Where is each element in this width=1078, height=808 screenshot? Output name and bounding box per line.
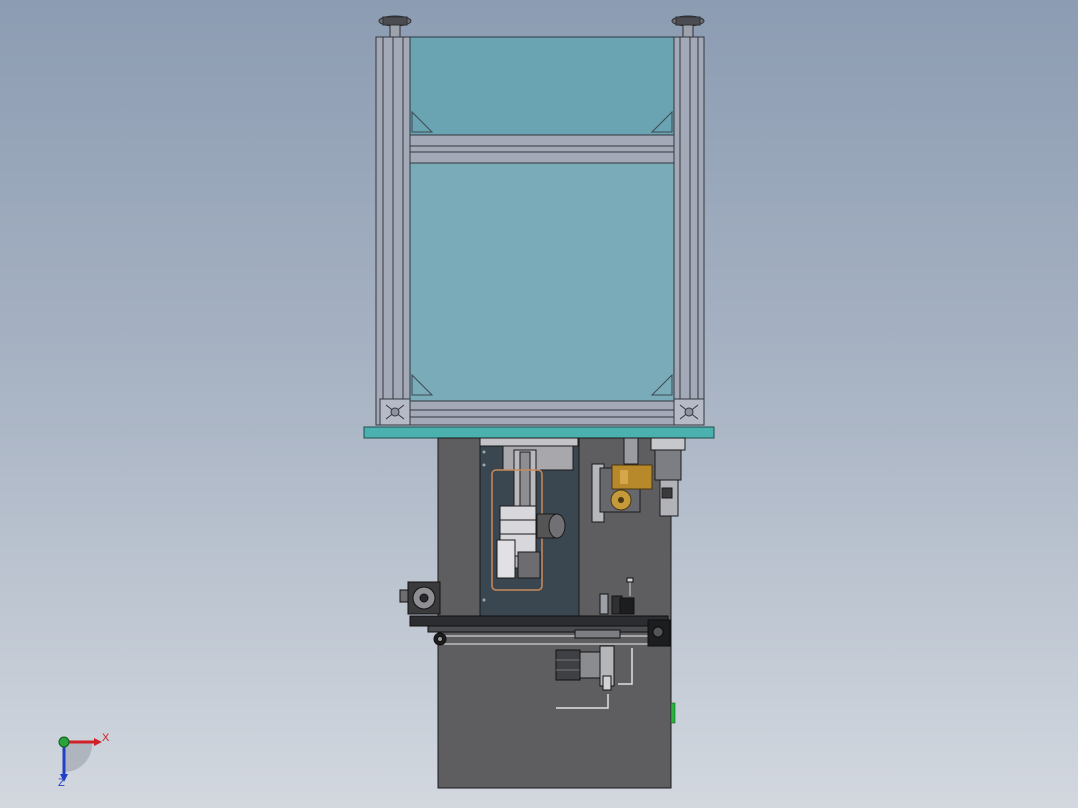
- green-indicator[interactable]: [670, 702, 676, 724]
- cad-viewport[interactable]: X Z: [0, 0, 1078, 808]
- servo-motor[interactable]: [536, 513, 566, 539]
- glass-enclosure-lower[interactable]: [409, 136, 675, 402]
- z-axis-label: Z: [58, 777, 65, 789]
- leveling-foot-right[interactable]: [671, 15, 705, 38]
- glass-enclosure-upper[interactable]: [409, 36, 675, 138]
- y-axis-dot: [58, 736, 70, 748]
- x-axis-label: X: [102, 732, 110, 744]
- leveling-foot-left[interactable]: [378, 15, 412, 38]
- triad-shadow: [64, 742, 93, 773]
- cooling-fan[interactable]: [399, 581, 441, 615]
- teal-base-plate[interactable]: [363, 426, 715, 439]
- machine-assembly-model[interactable]: [0, 0, 1078, 808]
